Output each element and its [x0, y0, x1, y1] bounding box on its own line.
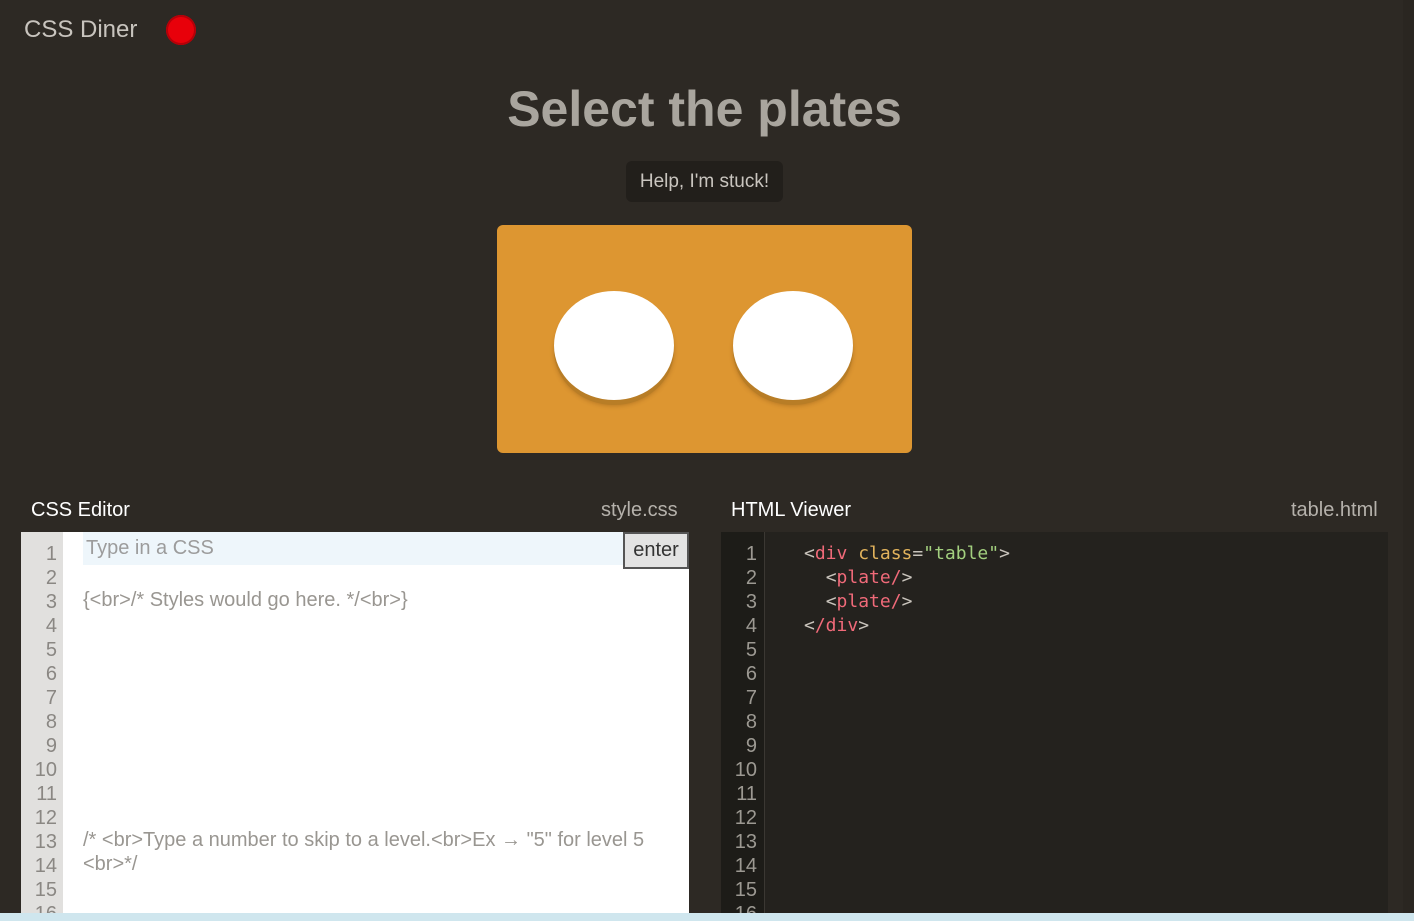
css-level-help-text: /* <br>Type a number to skip to a level.…	[83, 829, 645, 851]
level-instruction: Select the plates	[507, 81, 902, 137]
level-indicator[interactable]	[166, 15, 196, 45]
code-attr: class	[858, 543, 913, 564]
line-number: 8	[45, 711, 57, 733]
line-number: 6	[45, 663, 57, 685]
line-number: 15	[34, 879, 57, 901]
line-number: 3	[745, 591, 757, 613]
css-level-help-text-end: <br>*/	[83, 853, 138, 875]
line-number: 13	[734, 831, 757, 853]
code-line-plate[interactable]: <plate/>	[804, 590, 913, 614]
line-number: 14	[34, 855, 57, 877]
code-punc: <	[804, 615, 815, 636]
line-number: 1	[745, 543, 757, 565]
code-tag: div	[814, 543, 848, 564]
html-line-gutter: 1 2 3 4 5 6 7 8 9 10 11 12 13 14 15 16	[721, 532, 765, 921]
line-number: 10	[734, 759, 757, 781]
css-diner-page: CSS Diner Select the plates Help, I'm st…	[0, 0, 1414, 921]
code-punc: <	[804, 543, 815, 564]
css-file-name: style.css	[601, 499, 678, 521]
line-number: 12	[734, 807, 757, 829]
line-number: 1	[45, 543, 57, 565]
line-number: 11	[736, 783, 757, 805]
line-number: 11	[36, 783, 57, 805]
line-number: 6	[745, 663, 757, 685]
code-punc: >	[901, 567, 913, 588]
code-line-div-open[interactable]: <div class="table">	[804, 542, 1010, 566]
line-number: 2	[745, 567, 757, 589]
app-title[interactable]: CSS Diner	[24, 16, 137, 44]
code-punc: >	[901, 591, 913, 612]
css-editor-title: CSS Editor	[31, 499, 130, 521]
line-number: 15	[734, 879, 757, 901]
line-number: 8	[745, 711, 757, 733]
code-punc: =	[912, 543, 924, 564]
css-editor: 1 2 3 4 5 6 7 8 9 10 11 12 13 14 15 16 e…	[21, 532, 689, 921]
line-number: 9	[745, 735, 757, 757]
help-button[interactable]: Help, I'm stuck!	[626, 161, 783, 202]
table	[497, 225, 912, 453]
code-punc: <	[825, 591, 837, 612]
line-number: 10	[34, 759, 57, 781]
code-value: "table"	[923, 543, 1000, 564]
html-viewer-title: HTML Viewer	[731, 499, 852, 521]
html-viewer: 1 2 3 4 5 6 7 8 9 10 11 12 13 14 15 16 <…	[721, 532, 1388, 921]
line-number: 13	[34, 831, 57, 853]
line-number: 5	[45, 639, 57, 661]
bottom-strip	[0, 913, 1414, 921]
line-number: 2	[45, 567, 57, 589]
line-number: 7	[745, 687, 757, 709]
code-punc: >	[999, 543, 1010, 564]
code-punc: <	[825, 567, 837, 588]
line-number: 7	[45, 687, 57, 709]
line-number: 14	[734, 855, 757, 877]
line-number: 4	[745, 615, 757, 637]
code-tag: /div	[814, 615, 859, 636]
code-punc: >	[858, 615, 870, 636]
css-selector-input[interactable]	[83, 532, 643, 565]
line-number: 5	[745, 639, 757, 661]
line-number: 12	[34, 807, 57, 829]
page-scrollbar[interactable]	[1403, 0, 1414, 913]
css-styles-placeholder: {<br>/* Styles would go here. */<br>}	[83, 589, 408, 611]
code-line-div-close[interactable]: </div>	[804, 614, 869, 638]
code-line-plate[interactable]: <plate/>	[804, 566, 913, 590]
html-file-name: table.html	[1291, 499, 1378, 521]
line-number: 4	[45, 615, 57, 637]
plate[interactable]	[733, 291, 853, 400]
code-tag: plate/	[836, 591, 902, 612]
line-number: 3	[45, 591, 57, 613]
code-tag: plate/	[836, 567, 902, 588]
line-number: 9	[45, 735, 57, 757]
css-line-gutter: 1 2 3 4 5 6 7 8 9 10 11 12 13 14 15 16	[21, 532, 63, 921]
enter-button[interactable]: enter	[623, 532, 689, 569]
plate[interactable]	[554, 291, 674, 400]
